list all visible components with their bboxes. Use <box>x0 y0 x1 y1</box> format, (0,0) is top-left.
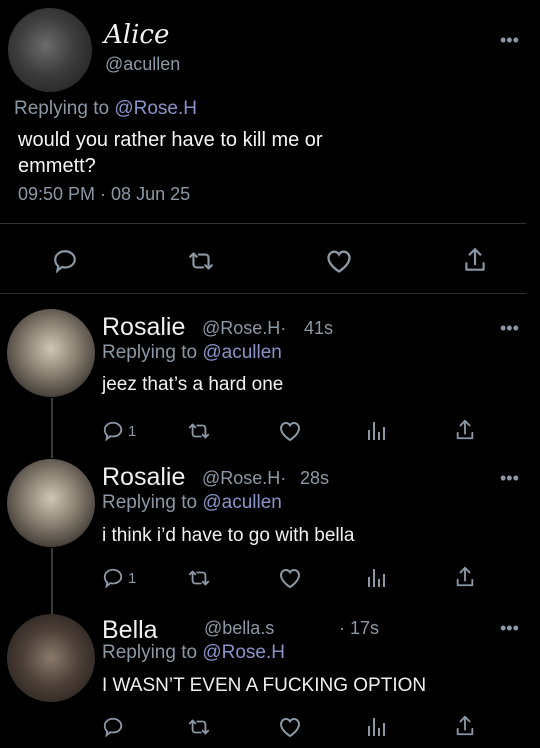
handle[interactable]: @Rose.H· <box>202 468 286 489</box>
handle[interactable]: @acullen <box>105 54 180 75</box>
replying-to-link[interactable]: @acullen <box>202 492 282 513</box>
avatar-rosalie[interactable] <box>7 459 95 547</box>
display-name[interactable]: Alice <box>104 20 169 50</box>
divider <box>0 293 526 294</box>
more-options-icon[interactable]: ••• <box>500 30 519 51</box>
replying-to-link[interactable]: @Rose.H <box>202 642 285 663</box>
replying-prefix: Replying to <box>102 492 203 513</box>
replying-to-link[interactable]: @Rose.H <box>114 98 197 119</box>
like-icon[interactable] <box>278 420 302 442</box>
retweet-icon[interactable] <box>187 567 211 589</box>
replying-to: Replying to @acullen <box>102 342 282 364</box>
more-options-icon[interactable]: ••• <box>500 318 519 339</box>
reply-icon[interactable] <box>102 716 124 738</box>
display-name[interactable]: Bella <box>102 616 158 645</box>
reply-count: 1 <box>128 570 137 587</box>
replying-prefix: Replying to <box>102 642 203 663</box>
retweet-icon[interactable] <box>187 716 211 738</box>
reply-text: I WASN’T EVEN A FUCKING OPTION <box>102 675 427 696</box>
replying-prefix: Replying to <box>102 342 203 363</box>
like-icon[interactable] <box>325 248 353 274</box>
like-icon[interactable] <box>278 716 302 738</box>
share-icon[interactable] <box>462 246 488 274</box>
views-icon[interactable] <box>366 565 388 589</box>
avatar-bella[interactable] <box>7 614 95 702</box>
reply-icon[interactable] <box>102 420 124 442</box>
reply-text: jeez that’s a hard one <box>102 374 284 395</box>
thread-line <box>51 398 53 458</box>
replying-to: Replying to @Rose.H <box>102 642 285 664</box>
share-icon[interactable] <box>454 714 476 738</box>
display-name[interactable]: Rosalie <box>102 313 185 342</box>
thread-line <box>51 548 53 614</box>
more-options-icon[interactable]: ••• <box>500 468 519 489</box>
replying-prefix: Replying to <box>14 98 115 119</box>
reply-time: · 17s <box>339 618 380 638</box>
views-icon[interactable] <box>366 714 388 738</box>
retweet-icon[interactable] <box>187 420 211 442</box>
like-icon[interactable] <box>278 567 302 589</box>
reply-count: 1 <box>128 423 137 440</box>
retweet-icon[interactable] <box>187 248 215 274</box>
handle[interactable]: @bella.s <box>204 618 274 639</box>
reply-text: i think i’d have to go with bella <box>102 525 355 546</box>
tweet-timestamp[interactable]: 09:50 PM · 08 Jun 25 <box>18 184 190 205</box>
handle[interactable]: @Rose.H· <box>202 318 286 339</box>
more-options-icon[interactable]: ••• <box>500 618 519 639</box>
replying-to: Replying to @Rose.H <box>14 98 197 120</box>
avatar-alice[interactable] <box>8 8 92 92</box>
views-icon[interactable] <box>366 418 388 442</box>
tweet-text: would you rather have to kill me or emme… <box>18 129 323 177</box>
reply-icon[interactable] <box>102 567 124 589</box>
reply-time: 41s <box>304 318 334 338</box>
divider <box>0 223 526 224</box>
replying-to-link[interactable]: @acullen <box>202 342 282 363</box>
share-icon[interactable] <box>454 418 476 442</box>
avatar-rosalie[interactable] <box>7 309 95 397</box>
display-name[interactable]: Rosalie <box>102 463 185 492</box>
reply-time: 28s <box>300 468 330 488</box>
reply-icon[interactable] <box>52 248 78 274</box>
replying-to: Replying to @acullen <box>102 492 282 514</box>
share-icon[interactable] <box>454 565 476 589</box>
